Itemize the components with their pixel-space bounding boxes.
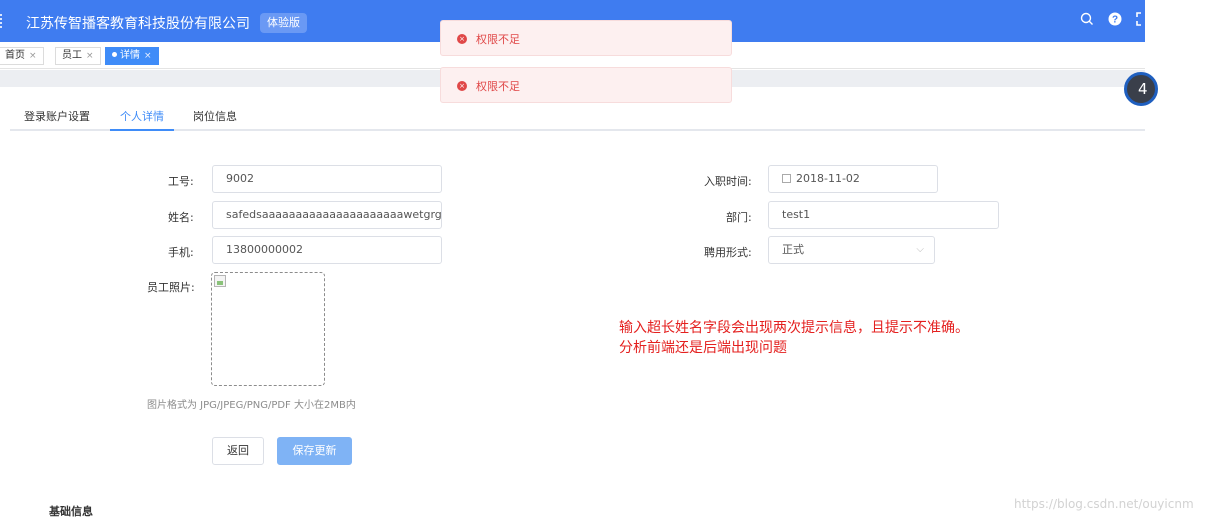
- svg-text:?: ?: [1112, 15, 1118, 26]
- close-icon[interactable]: ×: [144, 51, 152, 61]
- tag-label: 员工: [62, 50, 82, 61]
- annotation-line-1: 输入超长姓名字段会出现两次提示信息，且提示不准确。: [619, 320, 969, 336]
- close-icon[interactable]: ×: [86, 51, 94, 61]
- bug-annotation: 输入超长姓名字段会出现两次提示信息，且提示不准确。 分析前端还是后端出现问题: [619, 318, 969, 358]
- tag-detail[interactable]: 详情 ×: [105, 47, 159, 65]
- close-icon[interactable]: ×: [29, 51, 37, 61]
- broken-image-icon: [214, 275, 226, 287]
- error-icon: ×: [457, 34, 467, 44]
- tag-home[interactable]: 首页 ×: [0, 47, 44, 65]
- job-number-label: 工号:: [168, 175, 194, 188]
- active-dot-icon: [112, 51, 117, 57]
- employment-type-select[interactable]: 正式 ⌵: [768, 236, 935, 264]
- tab-position-info[interactable]: 岗位信息: [193, 108, 237, 124]
- tab-personal-details[interactable]: 个人详情: [120, 108, 164, 124]
- department-label: 部门:: [726, 211, 752, 224]
- tab-account-settings[interactable]: 登录账户设置: [24, 108, 90, 124]
- calendar-icon: [782, 173, 791, 183]
- photo-label: 员工照片:: [147, 281, 195, 294]
- phone-label: 手机:: [168, 246, 194, 259]
- tag-label: 详情: [120, 50, 140, 61]
- error-icon: ×: [457, 81, 467, 91]
- notification-message: 权限不足: [476, 80, 520, 93]
- trial-badge: 体验版: [260, 13, 307, 33]
- error-notification: × 权限不足: [440, 20, 732, 56]
- floating-badge[interactable]: 4: [1124, 72, 1158, 106]
- sidebar-toggle-icon[interactable]: [0, 14, 4, 28]
- job-number-input[interactable]: 9002: [212, 165, 442, 193]
- notification-message: 权限不足: [476, 33, 520, 46]
- active-tab-indicator: [110, 129, 174, 131]
- tag-label: 首页: [5, 50, 25, 61]
- name-input[interactable]: safedsaaaaaaaaaaaaaaaaaaaaawetgrgfsdl: [212, 201, 442, 229]
- save-update-button[interactable]: 保存更新: [277, 437, 352, 465]
- employment-type-value: 正式: [782, 243, 804, 256]
- hire-date-value: 2018-11-02: [796, 172, 860, 185]
- employment-type-label: 聘用形式:: [704, 246, 752, 259]
- tag-employee[interactable]: 员工 ×: [55, 47, 101, 65]
- chevron-down-icon: ⌵: [916, 244, 924, 255]
- help-icon[interactable]: ?: [1106, 12, 1124, 30]
- phone-input[interactable]: 13800000002: [212, 236, 442, 264]
- company-title: 江苏传智播客教育科技股份有限公司: [26, 16, 250, 32]
- fullscreen-icon[interactable]: [1136, 12, 1145, 30]
- badge-count: 4: [1138, 80, 1148, 98]
- hire-date-label: 入职时间:: [704, 175, 752, 188]
- name-label: 姓名:: [168, 211, 194, 224]
- watermark: https://blog.csdn.net/ouyicnm: [1014, 497, 1194, 511]
- photo-format-hint: 图片格式为 JPG/JPEG/PNG/PDF 大小在2MB内: [147, 400, 356, 411]
- department-input[interactable]: test1: [768, 201, 999, 229]
- search-icon[interactable]: [1078, 12, 1096, 30]
- detail-tabs: 登录账户设置 个人详情 岗位信息: [10, 104, 1145, 131]
- photo-upload[interactable]: [211, 272, 325, 386]
- back-button[interactable]: 返回: [212, 437, 264, 465]
- hire-date-input[interactable]: 2018-11-02: [768, 165, 938, 193]
- error-notification: × 权限不足: [440, 67, 732, 103]
- annotation-line-2: 分析前端还是后端出现问题: [619, 340, 787, 356]
- section-title: 基础信息: [49, 505, 93, 518]
